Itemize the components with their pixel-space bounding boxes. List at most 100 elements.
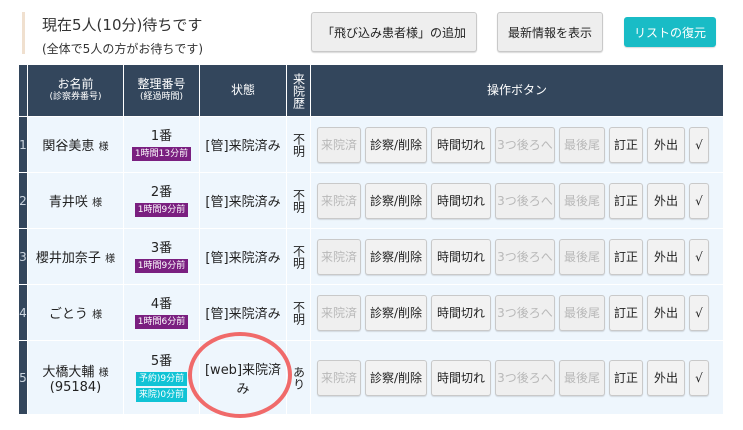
patient-name-cell: 青井咲 様	[27, 172, 124, 229]
table-header-row: お名前 (診察券番号) 整理番号 (経過時間) 状態 来院歴 操作ボタン	[18, 64, 724, 117]
action-button-2[interactable]: 時間切れ	[431, 238, 491, 275]
status-cell: [管]来院済み	[199, 228, 287, 285]
status-header: 状態	[199, 64, 287, 117]
action-button-4[interactable]: 最後尾	[559, 126, 605, 163]
action-button-7[interactable]: √	[689, 182, 709, 219]
patient-name: 関谷美恵	[42, 139, 95, 154]
name-header-label: お名前	[57, 76, 94, 91]
action-button-0[interactable]: 来院済	[317, 238, 361, 275]
actions-cell: 来院済 診察/削除 時間切れ 3つ後ろへ 最後尾 訂正 外出 √	[310, 116, 724, 173]
action-button-1[interactable]: 診察/削除	[365, 238, 427, 275]
history-value: 不明	[291, 300, 306, 325]
patient-name: 大橋大輔	[42, 364, 95, 380]
action-button-3[interactable]: 3つ後ろへ	[495, 238, 555, 275]
action-button-3[interactable]: 3つ後ろへ	[495, 182, 555, 219]
patient-name: 櫻井加奈子	[35, 251, 101, 266]
table-row: 3 櫻井加奈子 様 3番 1時間9分前 [管]来院済み 不明 来院済 診察/削除 時間切れ 3つ後…	[18, 228, 724, 285]
action-button-5[interactable]: 訂正	[609, 182, 643, 219]
patient-table: お名前 (診察券番号) 整理番号 (経過時間) 状態 来院歴 操作ボタン 1 関谷美恵…	[18, 64, 724, 415]
action-button-4[interactable]: 最後尾	[559, 182, 605, 219]
action-button-3[interactable]: 3つ後ろへ	[495, 126, 555, 163]
action-button-0[interactable]: 来院済	[317, 294, 361, 331]
action-button-0[interactable]: 来院済	[317, 359, 361, 396]
table-row: 1 関谷美恵 様 1番 1時間13分前 [管]来院済み 不明 来院済 診察/削除 時間切れ 3つ後…	[18, 116, 724, 173]
row-index: 4	[18, 284, 28, 341]
history-cell: あり	[286, 340, 311, 415]
history-value: 不明	[291, 132, 306, 157]
elapsed-badge: 予約)9分前	[135, 371, 188, 386]
action-button-2[interactable]: 時間切れ	[431, 294, 491, 331]
action-button-3[interactable]: 3つ後ろへ	[495, 359, 555, 396]
action-button-2[interactable]: 時間切れ	[431, 126, 491, 163]
status-cell: [管]来院済み	[199, 116, 287, 173]
table-row: 2 青井咲 様 2番 1時間9分前 [管]来院済み 不明 来院済 診察/削除 時間切れ 3つ後ろへ…	[18, 172, 724, 229]
action-button-0[interactable]: 来院済	[317, 126, 361, 163]
action-button-3[interactable]: 3つ後ろへ	[495, 294, 555, 331]
add-walkin-patient-button[interactable]: 「飛び込み患者様」の追加	[311, 12, 477, 52]
action-button-2[interactable]: 時間切れ	[431, 359, 491, 396]
ticket-number: 1番	[150, 128, 173, 144]
action-button-7[interactable]: √	[689, 359, 709, 396]
refresh-button[interactable]: 最新情報を表示	[497, 12, 603, 52]
status-cell: [web]来院済み	[199, 340, 287, 415]
number-header-sub: (経過時間)	[139, 91, 184, 102]
history-value: 不明	[291, 244, 306, 269]
actions-header: 操作ボタン	[310, 64, 724, 117]
action-button-1[interactable]: 診察/削除	[365, 359, 427, 396]
page-title: 現在5人(10分)待ちです	[42, 16, 203, 34]
action-button-6[interactable]: 外出	[647, 182, 685, 219]
elapsed-badge: 1時間9分前	[134, 202, 189, 217]
history-cell: 不明	[286, 284, 311, 341]
action-button-7[interactable]: √	[689, 294, 709, 331]
ticket-number: 5番	[150, 353, 173, 369]
patient-name-cell: 大橋大輔 様 (95184)	[27, 340, 124, 415]
elapsed-badge: 来院)0分前	[135, 387, 188, 402]
action-button-1[interactable]: 診察/削除	[365, 182, 427, 219]
action-button-1[interactable]: 診察/削除	[365, 126, 427, 163]
status-cell: [管]来院済み	[199, 172, 287, 229]
row-index: 1	[18, 116, 28, 173]
status-cell: [管]来院済み	[199, 284, 287, 341]
actions-cell: 来院済 診察/削除 時間切れ 3つ後ろへ 最後尾 訂正 外出 √	[310, 340, 724, 415]
restore-list-button[interactable]: リストの復元	[624, 17, 716, 47]
action-button-6[interactable]: 外出	[647, 359, 685, 396]
action-button-7[interactable]: √	[689, 238, 709, 275]
action-button-0[interactable]: 来院済	[317, 182, 361, 219]
number-cell: 3番 1時間9分前	[123, 228, 200, 285]
history-cell: 不明	[286, 172, 311, 229]
ticket-number: 3番	[150, 240, 173, 256]
patient-name-cell: 櫻井加奈子 様	[27, 228, 124, 285]
history-cell: 不明	[286, 116, 311, 173]
honorific: 様	[92, 198, 103, 209]
action-button-2[interactable]: 時間切れ	[431, 182, 491, 219]
honorific: 様	[92, 310, 103, 321]
action-button-7[interactable]: √	[689, 126, 709, 163]
action-button-6[interactable]: 外出	[647, 294, 685, 331]
ticket-number: 2番	[150, 184, 173, 200]
elapsed-badge: 1時間9分前	[134, 258, 189, 273]
action-button-5[interactable]: 訂正	[609, 238, 643, 275]
elapsed-badge: 1時間6分前	[134, 314, 189, 329]
ticket-number: 4番	[150, 296, 173, 312]
action-button-5[interactable]: 訂正	[609, 294, 643, 331]
action-button-5[interactable]: 訂正	[609, 126, 643, 163]
actions-cell: 来院済 診察/削除 時間切れ 3つ後ろへ 最後尾 訂正 外出 √	[310, 228, 724, 285]
action-button-1[interactable]: 診察/削除	[365, 294, 427, 331]
elapsed-badge: 1時間13分前	[131, 146, 192, 161]
action-button-6[interactable]: 外出	[647, 238, 685, 275]
row-index: 5	[18, 340, 28, 415]
patient-name-cell: ごとう 様	[27, 284, 124, 341]
table-row: 5 大橋大輔 様 (95184) 5番 予約)9分前 来院)0分前 [web]来院済み あり来…	[18, 340, 724, 415]
actions-cell: 来院済 診察/削除 時間切れ 3つ後ろへ 最後尾 訂正 外出 √	[310, 284, 724, 341]
honorific: 様	[98, 367, 109, 379]
action-button-5[interactable]: 訂正	[609, 359, 643, 396]
action-button-4[interactable]: 最後尾	[559, 294, 605, 331]
action-button-6[interactable]: 外出	[647, 126, 685, 163]
name-header-sub: (診察券番号)	[49, 91, 102, 102]
number-cell: 5番予約)9分前 来院)0分前	[123, 340, 200, 415]
action-button-4[interactable]: 最後尾	[559, 238, 605, 275]
history-value: 不明	[291, 188, 306, 213]
honorific: 様	[105, 254, 116, 265]
action-button-4[interactable]: 最後尾	[559, 359, 605, 396]
number-header: 整理番号 (経過時間)	[123, 64, 200, 117]
